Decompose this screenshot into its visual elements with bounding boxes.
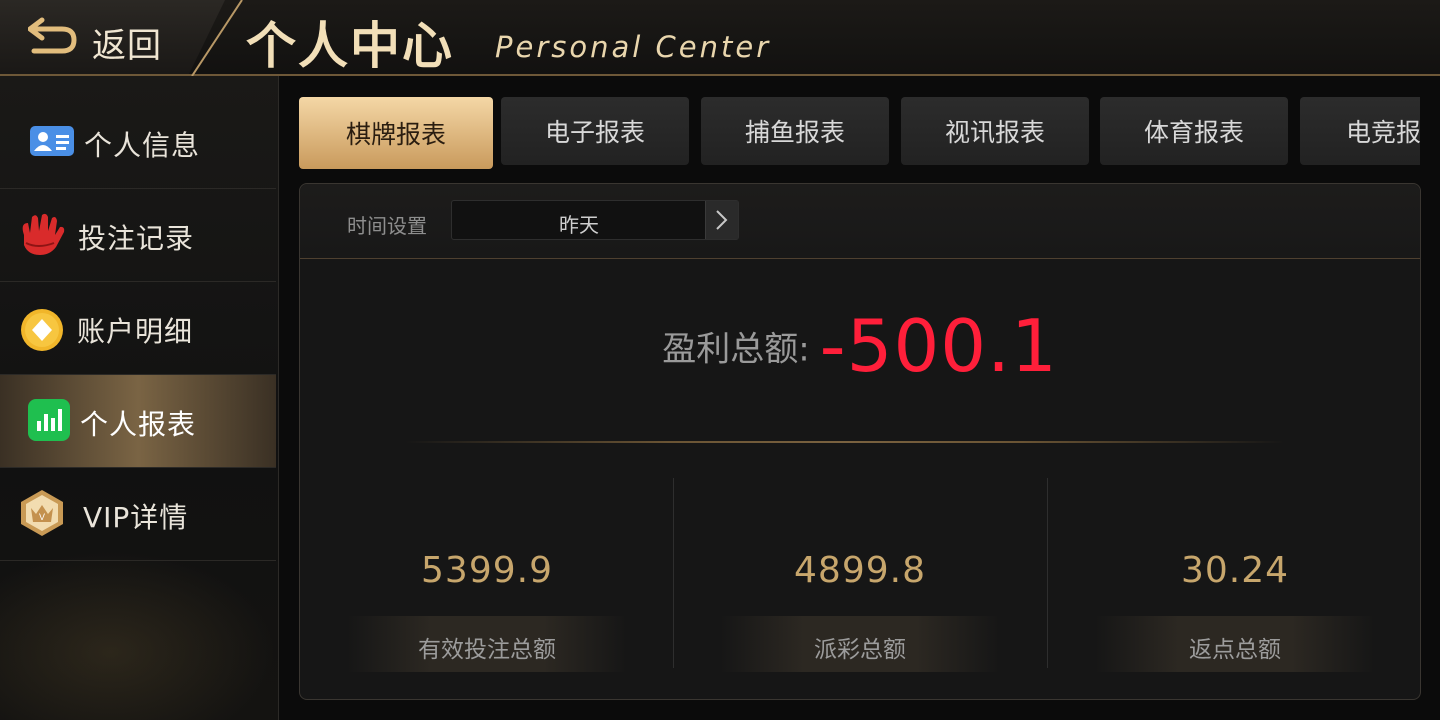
column-divider [1047,478,1048,668]
profit-value: -500.1 [819,304,1058,388]
tab-live-video-report[interactable]: 视讯报表 [901,97,1089,165]
tab-fishing-report[interactable]: 捕鱼报表 [701,97,889,165]
stat-value: 30.24 [1180,550,1290,591]
time-next-button[interactable] [705,201,738,239]
section-divider [405,441,1285,443]
stat-value: 4899.8 [794,550,926,591]
report-panel: 时间设置 昨天 盈利总额: -500.1 5399.9 有效投注总额 4899.8… [299,183,1421,700]
tab-label: 捕鱼报表 [744,118,845,147]
column-divider [673,478,674,668]
tab-label: 视讯报表 [944,118,1045,147]
profit-summary: 盈利总额: -500.1 [300,304,1420,388]
tab-label: 棋牌报表 [345,120,446,149]
chevron-right-icon [716,210,728,230]
stat-valid-bet-label: 有效投注总额 [418,637,556,663]
stat-valid-bet-value: 5399.9 [317,550,657,591]
tab-esports-report[interactable]: 电竞报表 [1300,97,1420,165]
time-filter-bar: 时间设置 昨天 [300,184,1420,259]
stat-value: 5399.9 [421,550,553,591]
tab-sports-report[interactable]: 体育报表 [1100,97,1288,165]
stat-rebate-label: 返点总额 [1189,637,1281,663]
time-range-select[interactable]: 昨天 [451,200,739,240]
tab-label: 电子报表 [544,118,645,147]
tab-electronic-report[interactable]: 电子报表 [501,97,689,165]
time-setting-label: 时间设置 [347,214,427,238]
tab-label: 体育报表 [1143,118,1244,147]
stat-payout-value: 4899.8 [690,550,1030,591]
tab-label: 电竞报表 [1346,118,1420,147]
stat-payout-label: 派彩总额 [814,637,906,663]
time-range-value: 昨天 [559,213,599,237]
stat-rebate-value: 30.24 [1065,550,1405,591]
profit-label: 盈利总额: [662,329,810,370]
tab-chess-report[interactable]: 棋牌报表 [299,97,493,169]
